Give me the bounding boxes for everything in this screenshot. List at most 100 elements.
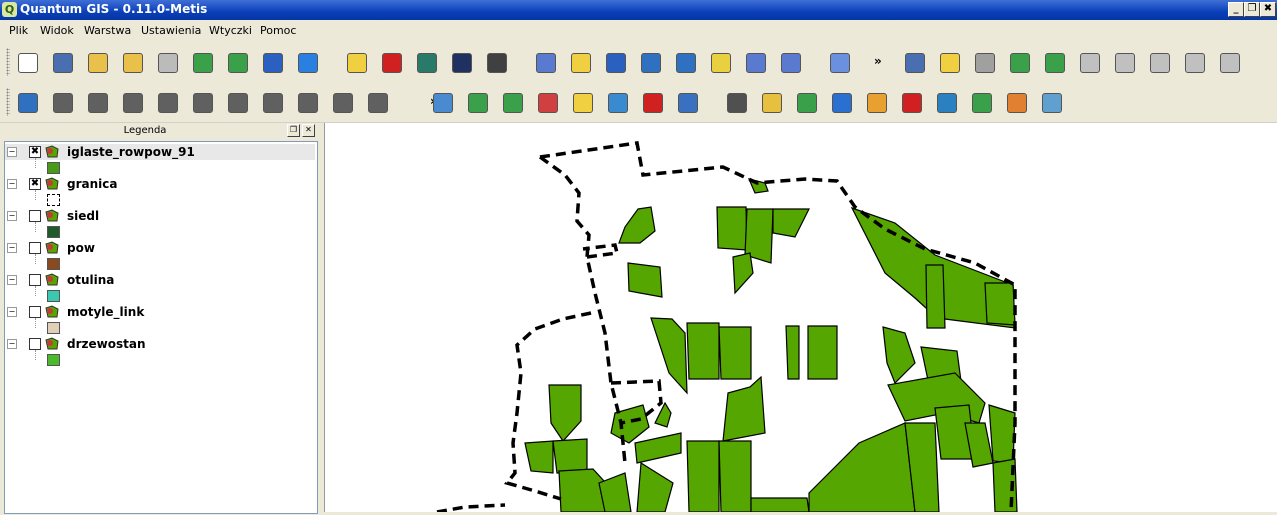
menu-pomoc[interactable]: Pomoc bbox=[260, 24, 296, 37]
refresh-button[interactable] bbox=[674, 89, 700, 115]
layer-visibility-checkbox[interactable]: ✖ bbox=[29, 146, 41, 158]
add-raster-layer-button[interactable] bbox=[224, 49, 250, 75]
measure-line-button[interactable] bbox=[637, 49, 663, 75]
plugin-7-button[interactable] bbox=[1111, 49, 1137, 75]
add-wms-layer-button[interactable] bbox=[294, 49, 320, 75]
scale-bar-button[interactable] bbox=[793, 89, 819, 115]
save-project-button[interactable] bbox=[49, 49, 75, 75]
move-vertex-button[interactable] bbox=[259, 89, 285, 115]
minimize-button[interactable]: _ bbox=[1228, 2, 1244, 17]
plugin-5-button[interactable] bbox=[1041, 49, 1067, 75]
menu-wtyczki[interactable]: Wtyczki bbox=[209, 24, 252, 37]
layer-visibility-checkbox[interactable] bbox=[29, 274, 41, 286]
pan-button[interactable] bbox=[429, 89, 455, 115]
menu-plik[interactable]: Plik bbox=[9, 24, 28, 37]
capture-polygon-button[interactable] bbox=[119, 89, 145, 115]
identify-button[interactable] bbox=[532, 49, 558, 75]
collapse-toggle[interactable]: − bbox=[7, 243, 17, 253]
legend-layer-row[interactable]: − pow bbox=[5, 240, 315, 256]
hide-all-button[interactable] bbox=[483, 49, 509, 75]
delete-selected-button[interactable] bbox=[364, 89, 390, 115]
plugin-8-button[interactable] bbox=[1146, 49, 1172, 75]
collapse-toggle[interactable]: − bbox=[7, 275, 17, 285]
print-button[interactable] bbox=[154, 49, 180, 75]
new-project-button[interactable] bbox=[14, 49, 40, 75]
legend-layer-row[interactable]: − otulina bbox=[5, 272, 315, 288]
plugin-4-button[interactable] bbox=[1006, 49, 1032, 75]
toolbar-overflow-button[interactable]: » bbox=[874, 54, 882, 68]
add-island-button[interactable] bbox=[189, 89, 215, 115]
delimited-text-button[interactable] bbox=[933, 89, 959, 115]
delete-vertex-button[interactable] bbox=[329, 89, 355, 115]
spit-button[interactable] bbox=[1003, 89, 1029, 115]
close-window-button[interactable]: ✖ bbox=[1260, 2, 1276, 17]
collapse-toggle[interactable]: − bbox=[7, 339, 17, 349]
plugin-2-button[interactable] bbox=[936, 49, 962, 75]
capture-line-button[interactable] bbox=[84, 89, 110, 115]
collapse-toggle[interactable]: − bbox=[7, 307, 17, 317]
toolbar-grip[interactable] bbox=[6, 48, 10, 76]
add-postgis-layer-button[interactable] bbox=[259, 49, 285, 75]
new-layer-button[interactable] bbox=[343, 49, 369, 75]
layer-visibility-checkbox[interactable] bbox=[29, 242, 41, 254]
menu-widok[interactable]: Widok bbox=[40, 24, 74, 37]
layer-visibility-checkbox[interactable] bbox=[29, 210, 41, 222]
zoom-full-button[interactable] bbox=[534, 89, 560, 115]
float-panel-button[interactable]: ❐ bbox=[287, 124, 300, 137]
overview-button[interactable] bbox=[413, 49, 439, 75]
attribute-table-button[interactable] bbox=[602, 49, 628, 75]
map-canvas[interactable] bbox=[324, 123, 1277, 514]
legend-layer-row[interactable]: − siedl bbox=[5, 208, 315, 224]
plugin-6-button[interactable] bbox=[1076, 49, 1102, 75]
grid-maker-button[interactable] bbox=[968, 89, 994, 115]
remove-layer-button[interactable] bbox=[378, 49, 404, 75]
quick-print-button[interactable] bbox=[1038, 89, 1064, 115]
legend-layer-row[interactable]: − drzewostan bbox=[5, 336, 315, 352]
measure-area-button[interactable] bbox=[672, 49, 698, 75]
legend-layer-row[interactable]: − motyle_link bbox=[5, 304, 315, 320]
collapse-toggle[interactable]: − bbox=[7, 147, 17, 157]
legend-layer-row[interactable]: − ✖ iglaste_rowpow_91 bbox=[5, 144, 315, 160]
save-as-button[interactable] bbox=[84, 49, 110, 75]
navigation-button[interactable] bbox=[863, 89, 889, 115]
help-button[interactable] bbox=[826, 49, 852, 75]
collapse-toggle[interactable]: − bbox=[7, 179, 17, 189]
copyright-button[interactable] bbox=[723, 89, 749, 115]
show-all-button[interactable] bbox=[448, 49, 474, 75]
menu-ustawienia[interactable]: Ustawienia bbox=[141, 24, 201, 37]
select-button[interactable] bbox=[567, 49, 593, 75]
map-tips-button[interactable] bbox=[707, 49, 733, 75]
legend-tree[interactable]: − ✖ iglaste_rowpow_91 − ✖ granica − siedl − pow − o… bbox=[4, 141, 318, 514]
plugin-9-button[interactable] bbox=[1181, 49, 1207, 75]
toolbar-grip[interactable] bbox=[6, 88, 10, 116]
split-features-button[interactable] bbox=[224, 89, 250, 115]
add-ring-button[interactable] bbox=[154, 89, 180, 115]
north-arrow-button[interactable] bbox=[758, 89, 784, 115]
zoom-out-button[interactable] bbox=[499, 89, 525, 115]
layer-visibility-checkbox[interactable]: ✖ bbox=[29, 178, 41, 190]
layer-visibility-checkbox[interactable] bbox=[29, 338, 41, 350]
home-button[interactable] bbox=[742, 49, 768, 75]
add-ring-icon bbox=[158, 93, 178, 113]
zoom-selection-button[interactable] bbox=[569, 89, 595, 115]
menu-warstwa[interactable]: Warstwa bbox=[84, 24, 131, 37]
zoom-layer-button[interactable] bbox=[604, 89, 630, 115]
plugin-1-button[interactable] bbox=[901, 49, 927, 75]
georeferencer-button[interactable] bbox=[828, 89, 854, 115]
plugin-3-button[interactable] bbox=[971, 49, 997, 75]
pdf-export-button[interactable] bbox=[898, 89, 924, 115]
toggle-editing-button[interactable] bbox=[14, 89, 40, 115]
legend-layer-row[interactable]: − ✖ granica bbox=[5, 176, 315, 192]
restore-button[interactable]: ❐ bbox=[1244, 2, 1260, 17]
capture-point-button[interactable] bbox=[49, 89, 75, 115]
layer-visibility-checkbox[interactable] bbox=[29, 306, 41, 318]
add-vector-layer-button[interactable] bbox=[189, 49, 215, 75]
zoom-in-button[interactable] bbox=[464, 89, 490, 115]
zoom-last-button[interactable] bbox=[639, 89, 665, 115]
gps-home-button[interactable] bbox=[777, 49, 803, 75]
open-project-button[interactable] bbox=[119, 49, 145, 75]
collapse-toggle[interactable]: − bbox=[7, 211, 17, 221]
plugin-10-button[interactable] bbox=[1216, 49, 1242, 75]
close-panel-button[interactable]: ✕ bbox=[302, 124, 315, 137]
add-vertex-button[interactable] bbox=[294, 89, 320, 115]
